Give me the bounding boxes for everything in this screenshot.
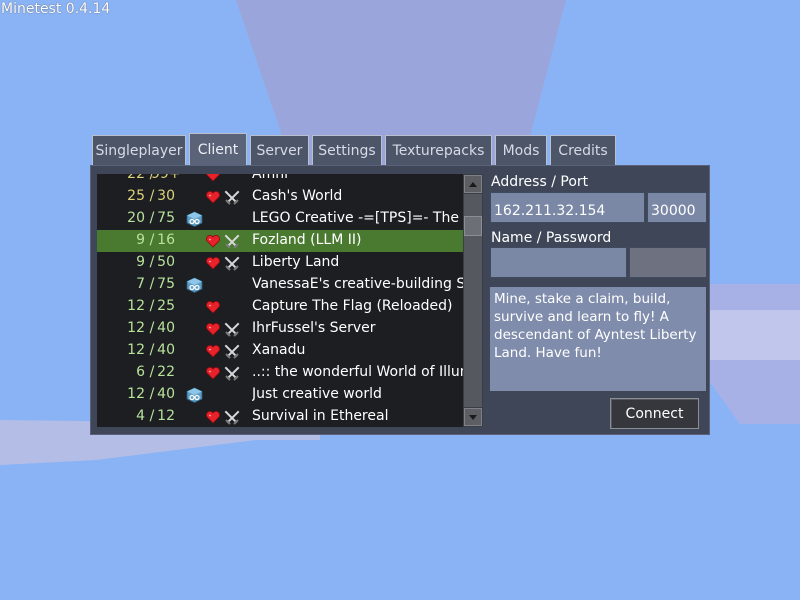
- server-name: Just creative world: [252, 386, 382, 402]
- server-clients: 9: [136, 232, 145, 248]
- damage-heart-icon: [205, 321, 221, 337]
- damage-heart-icon: [205, 365, 221, 381]
- server-max-clients: 25: [157, 298, 175, 314]
- tab-server[interactable]: Server: [250, 135, 309, 165]
- server-row[interactable]: 6/22..:: the wonderful World of Illuna :: [97, 362, 463, 384]
- chevron-down-icon: [469, 414, 477, 420]
- pvp-swords-icon: [223, 343, 241, 361]
- damage-heart-icon: [205, 343, 221, 359]
- damage-heart-icon: [205, 174, 221, 183]
- server-name: Survival in Ethereal: [252, 408, 389, 424]
- server-clients: 12: [127, 320, 145, 336]
- server-clients: 12: [127, 386, 145, 402]
- server-max-clients: 40: [157, 342, 175, 358]
- pvp-swords-icon: [223, 189, 241, 207]
- server-name: Fozland (LLM II): [252, 232, 362, 248]
- tab-client[interactable]: Client: [189, 133, 247, 165]
- server-row-partial[interactable]: 22 / 99+ Amni: [97, 174, 463, 186]
- creative-mode-icon: [186, 387, 203, 403]
- creative-mode-icon: [186, 211, 203, 227]
- password-input[interactable]: [629, 247, 707, 278]
- address-port-label: Address / Port: [491, 174, 589, 190]
- server-name: VanessaE's creative-building Ser: [252, 276, 463, 292]
- server-name: Xanadu: [252, 342, 306, 358]
- chevron-up-icon: [469, 181, 477, 187]
- scroll-down-button[interactable]: [464, 408, 482, 426]
- server-max-clients: 75: [157, 210, 175, 226]
- server-row[interactable]: 12/40 Xanadu: [97, 340, 463, 362]
- server-row[interactable]: 12/25 Capture The Flag (Reloaded): [97, 296, 463, 318]
- server-max-clients: 40: [157, 386, 175, 402]
- server-clients: 6: [136, 364, 145, 380]
- tab-settings[interactable]: Settings: [312, 135, 382, 165]
- damage-heart-icon: [205, 255, 221, 271]
- server-max-clients: 75: [157, 276, 175, 292]
- server-clients: 20: [127, 210, 145, 226]
- connect-button[interactable]: Connect: [610, 398, 699, 429]
- server-clients: 7: [136, 276, 145, 292]
- window-title: Minetest 0.4.14: [1, 1, 111, 17]
- server-row[interactable]: 12/40 IhrFussel's Server: [97, 318, 463, 340]
- tab-credits[interactable]: Credits: [550, 135, 616, 165]
- server-clients: 12: [127, 298, 145, 314]
- server-max-clients: 40: [157, 320, 175, 336]
- damage-heart-icon: [205, 189, 221, 205]
- tab-singleplayer[interactable]: Singleplayer: [92, 135, 186, 165]
- pvp-swords-icon: [223, 321, 241, 339]
- server-name: IhrFussel's Server: [252, 320, 376, 336]
- damage-heart-icon: [205, 233, 221, 249]
- server-list-scrollbar[interactable]: [463, 174, 483, 427]
- damage-heart-icon: [205, 299, 221, 315]
- port-input[interactable]: [647, 192, 707, 223]
- server-row[interactable]: 12/40 Just creative world: [97, 384, 463, 406]
- tab-bar: Singleplayer Client Server Settings Text…: [92, 133, 616, 165]
- server-max-clients: 50: [157, 254, 175, 270]
- server-name: Capture The Flag (Reloaded): [252, 298, 453, 314]
- server-row[interactable]: 20/75 LEGO Creative -=[TPS]=- The P: [97, 208, 463, 230]
- pvp-swords-icon: [223, 409, 241, 427]
- pvp-swords-icon: [223, 233, 241, 251]
- server-max-clients: 99+: [151, 174, 181, 182]
- server-name: Amni: [252, 174, 288, 182]
- server-row[interactable]: 7/75 VanessaE's creative-building Ser: [97, 274, 463, 296]
- scroll-up-button[interactable]: [464, 175, 482, 193]
- server-name: ..:: the wonderful World of Illuna :: [252, 364, 463, 380]
- pvp-swords-icon: [223, 255, 241, 273]
- server-name: Cash's World: [252, 188, 343, 204]
- server-max-clients: 12: [157, 408, 175, 424]
- address-input[interactable]: [490, 192, 645, 223]
- tab-texturepacks[interactable]: Texturepacks: [385, 135, 492, 165]
- creative-mode-icon: [186, 277, 203, 293]
- name-password-label: Name / Password: [491, 230, 612, 246]
- server-list[interactable]: 22 / 99+ Amni 25/30 Cash's World 20/75 LEGO…: [97, 174, 463, 427]
- server-row[interactable]: 4/12 Survival in Ethereal: [97, 406, 463, 427]
- pvp-swords-icon: [223, 365, 241, 383]
- damage-heart-icon: [205, 409, 221, 425]
- server-clients: 12: [127, 342, 145, 358]
- server-row[interactable]: 25/30 Cash's World: [97, 186, 463, 208]
- scroll-thumb[interactable]: [464, 216, 482, 236]
- server-row-selected[interactable]: 9/16 Fozland (LLM II): [97, 230, 463, 252]
- tab-mods[interactable]: Mods: [495, 135, 547, 165]
- server-max-clients: 22: [157, 364, 175, 380]
- server-name: LEGO Creative -=[TPS]=- The P: [252, 210, 463, 226]
- server-description: Mine, stake a claim, build, survive and …: [490, 287, 706, 391]
- server-name: Liberty Land: [252, 254, 340, 270]
- server-max-clients: 16: [157, 232, 175, 248]
- name-input[interactable]: [490, 247, 627, 278]
- server-clients: 22: [127, 174, 145, 182]
- background-slab-right-highlight: [706, 310, 800, 360]
- server-clients: 9: [136, 254, 145, 270]
- server-row[interactable]: 9/50 Liberty Land: [97, 252, 463, 274]
- server-clients: 4: [136, 408, 145, 424]
- server-max-clients: 30: [157, 188, 175, 204]
- server-clients: 25: [127, 188, 145, 204]
